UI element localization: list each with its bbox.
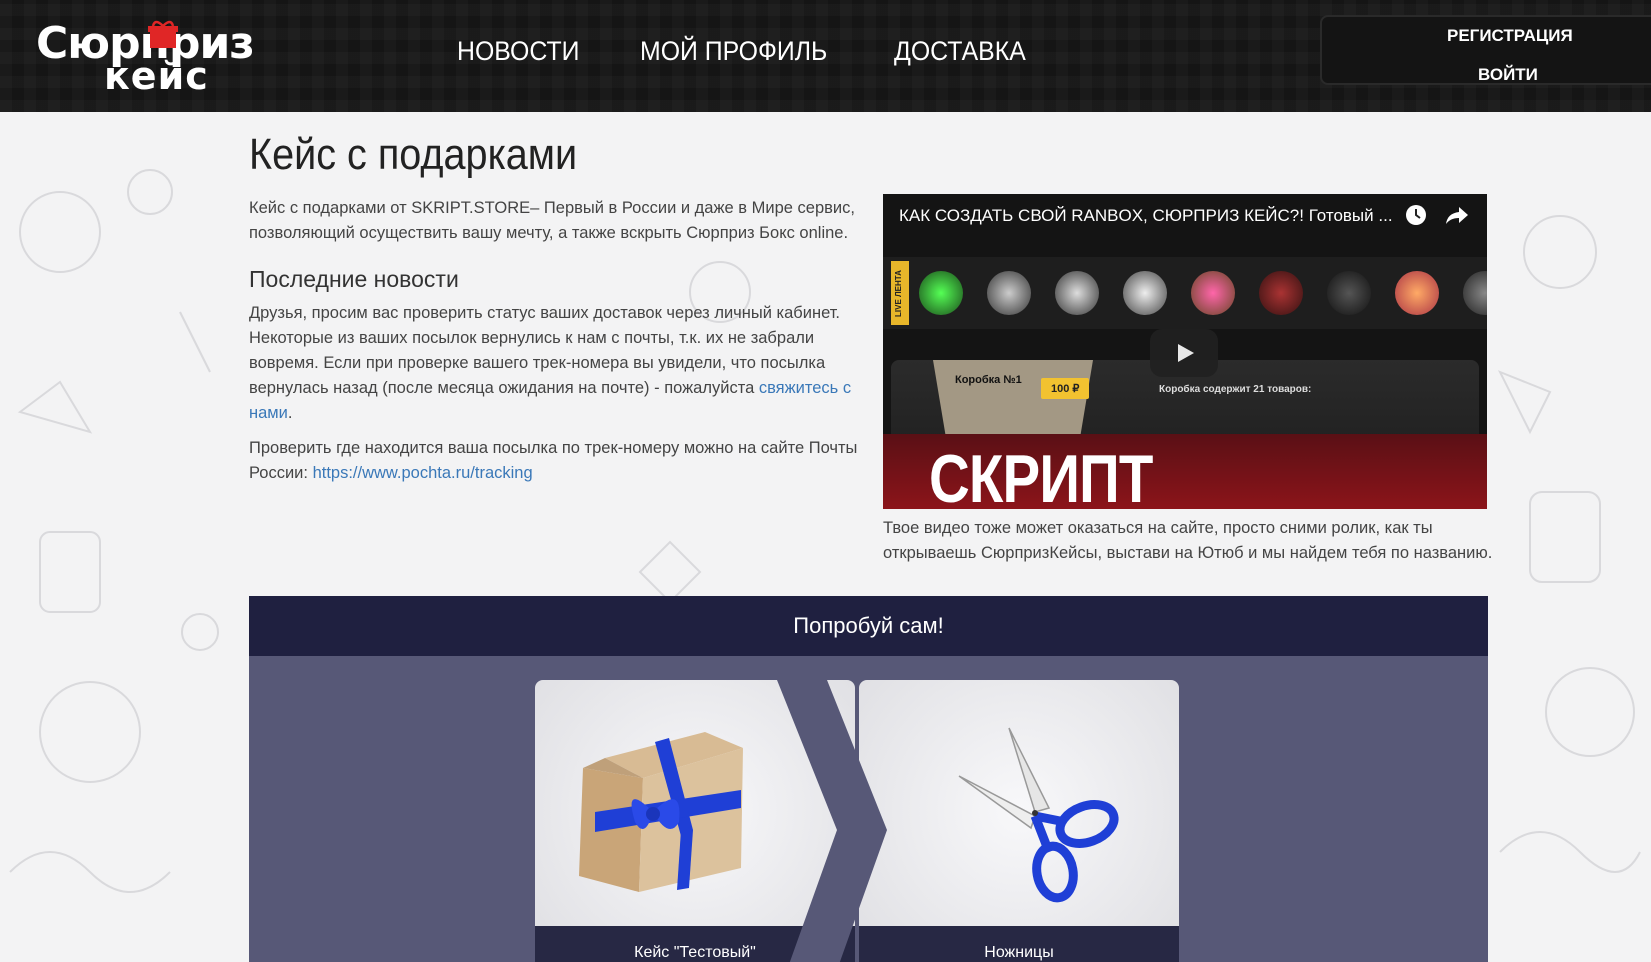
strip-item: [1327, 271, 1371, 315]
strip-item: [1191, 271, 1235, 315]
live-strip-label: LIVE ЛЕНТА: [894, 270, 903, 317]
try-section-title: Попробуй сам!: [793, 613, 944, 638]
news-paragraph-2: Проверить где находится ваша посылка по …: [249, 436, 859, 486]
strip-item: [1055, 271, 1099, 315]
strip-item: [1395, 271, 1439, 315]
logo-line-2: кейс: [104, 54, 209, 98]
site-logo[interactable]: Сюрприз кейс: [36, 14, 276, 98]
watch-later-icon[interactable]: [1405, 204, 1427, 226]
news-p1-text: Друзья, просим вас проверить статус ваши…: [249, 304, 841, 397]
youtube-video-embed[interactable]: LIVE ЛЕНТА Коробка №1 100 ₽ Коробка соде…: [883, 194, 1487, 509]
strip-items: [919, 271, 1487, 315]
play-button[interactable]: [1150, 329, 1218, 377]
video-live-strip: LIVE ЛЕНТА: [883, 257, 1487, 329]
news-paragraph-1: Друзья, просим вас проверить статус ваши…: [249, 301, 859, 426]
video-title[interactable]: КАК СОЗДАТЬ СВОЙ RANBOX, СЮРПРИЗ КЕЙС?! …: [899, 206, 1393, 226]
main-nav: НОВОСТИ МОЙ ПРОФИЛЬ ДОСТАВКА: [457, 36, 1037, 67]
try-section-header: Попробуй сам!: [249, 596, 1488, 656]
share-icon[interactable]: [1445, 204, 1469, 226]
strip-item: [919, 271, 963, 315]
page-title: Кейс с подарками: [249, 130, 578, 179]
auth-box: РЕГИСТРАЦИЯ ВОЙТИ: [1320, 15, 1651, 85]
video-banner-text: СКРИПТ RANBOX: [929, 441, 1153, 509]
nav-my-profile[interactable]: МОЙ ПРОФИЛЬ: [640, 36, 827, 67]
site-header: Сюрприз кейс НОВОСТИ МОЙ ПРОФИЛЬ ДОСТАВК…: [0, 0, 1651, 112]
video-caption: Твое видео тоже может оказаться на сайте…: [883, 519, 1493, 562]
box-contains: Коробка содержит 21 товаров:: [1159, 384, 1312, 395]
chevron-arrow-icon: [777, 680, 887, 962]
login-link[interactable]: ВОЙТИ: [1478, 65, 1538, 85]
strip-item: [1123, 271, 1167, 315]
video-controls: [1405, 204, 1469, 226]
news-heading: Последние новости: [249, 266, 459, 292]
live-strip-tag: LIVE ЛЕНТА: [891, 261, 909, 325]
strip-item: [987, 271, 1031, 315]
strip-item: [1463, 271, 1487, 315]
nav-delivery[interactable]: ДОСТАВКА: [894, 36, 1026, 67]
register-link[interactable]: РЕГИСТРАЦИЯ: [1447, 26, 1573, 46]
logo-gift-icon: [148, 20, 178, 48]
nav-news[interactable]: НОВОСТИ: [457, 36, 579, 67]
try-yourself-section: Попробуй сам! Кейс "Тестовый" Ножницы: [249, 596, 1488, 962]
news-p1-end: .: [287, 404, 293, 422]
tracking-link[interactable]: https://www.pochta.ru/tracking: [313, 464, 533, 482]
intro-text: Кейс с подарками от SKRIPT.STORE– Первый…: [249, 199, 855, 242]
strip-item: [1259, 271, 1303, 315]
box-price: 100 ₽: [1041, 378, 1090, 399]
box-label: Коробка №1: [955, 374, 1022, 386]
